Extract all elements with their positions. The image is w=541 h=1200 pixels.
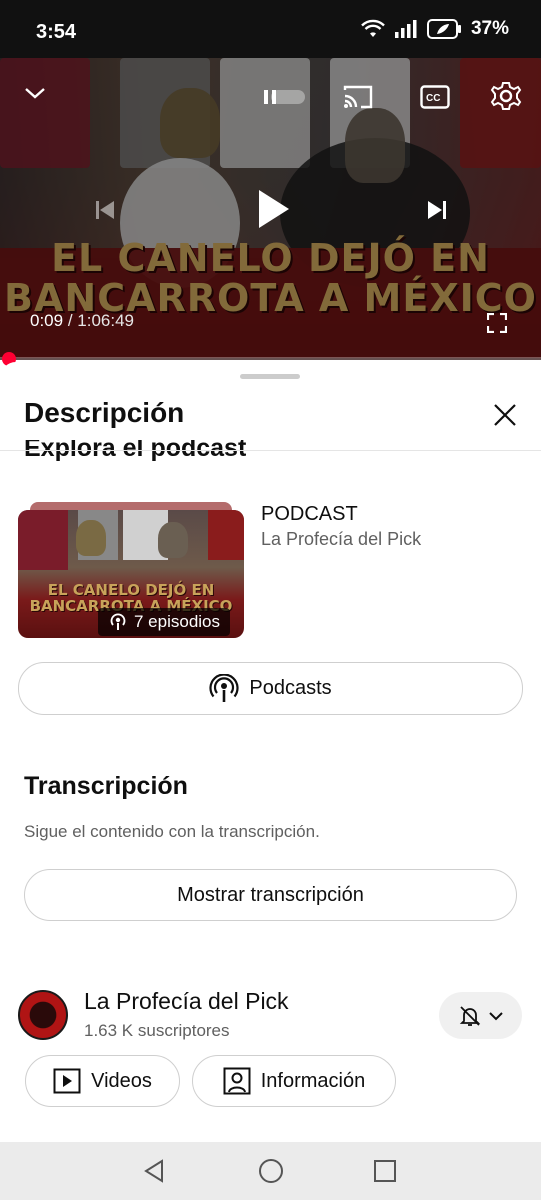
description-sheet: Descripción Explora el podcast EL CANELO…: [0, 362, 541, 1142]
back-triangle-icon: [144, 1159, 163, 1183]
wifi-icon: [361, 19, 385, 37]
thumb-helmet: [158, 522, 188, 558]
thumb-jersey: [18, 510, 68, 570]
video-player[interactable]: EL CANELO DEJÓ EN BANCARROTA A MÉXICO CC: [0, 58, 541, 360]
autoplay-toggle[interactable]: [255, 80, 309, 114]
transcript-title: Transcripción: [24, 772, 188, 800]
transcript-subtitle: Sigue el contenido con la transcripción.: [24, 822, 320, 841]
video-duration: 1:06:49: [77, 311, 135, 330]
person-icon: [223, 1067, 251, 1095]
sheet-title: Descripción: [24, 397, 185, 428]
episodes-count: 7 episodios: [134, 612, 221, 631]
channel-avatar[interactable]: [18, 990, 68, 1040]
header-divider: [0, 450, 541, 451]
podcasts-button[interactable]: Podcasts: [18, 662, 523, 715]
explore-podcast-heading: Explora el podcast: [24, 440, 247, 462]
recents-square-icon: [374, 1160, 396, 1182]
channel-name[interactable]: La Profecía del Pick: [84, 988, 289, 1015]
videos-button-label: Videos: [91, 1069, 152, 1092]
subscriber-count: 1.63 K suscriptores: [84, 1021, 230, 1040]
show-transcript-button[interactable]: Mostrar transcripción: [24, 869, 517, 921]
home-button[interactable]: [256, 1156, 286, 1186]
status-bar: 3:54 37%: [0, 0, 541, 58]
settings-icon[interactable]: [488, 78, 524, 114]
battery-icon: [426, 19, 461, 39]
recents-button[interactable]: [370, 1156, 400, 1186]
home-circle-icon: [259, 1159, 283, 1183]
info-button[interactable]: Información: [192, 1055, 396, 1107]
status-icons: 37%: [361, 18, 509, 40]
info-button-label: Información: [260, 1069, 366, 1092]
episodes-badge: 7 episodios: [98, 608, 231, 636]
signal-icon: [394, 20, 417, 38]
close-button[interactable]: [490, 400, 520, 430]
playback-time: 0:09 / 1:06:49: [30, 311, 135, 330]
play-icon[interactable]: [248, 182, 298, 236]
show-transcript-label: Mostrar transcripción: [177, 883, 364, 906]
captions-icon[interactable]: CC: [418, 80, 452, 114]
podcast-icon: [110, 613, 126, 630]
podcast-icon: [209, 673, 239, 702]
current-time: 0:09: [30, 311, 64, 330]
notifications-button[interactable]: [439, 992, 522, 1039]
back-button[interactable]: [140, 1156, 170, 1186]
previous-icon[interactable]: [88, 193, 122, 227]
bell-off-icon: [459, 1005, 480, 1026]
podcast-type-label: PODCAST: [261, 503, 358, 525]
drag-handle[interactable]: [240, 374, 300, 379]
podcast-thumbnail[interactable]: EL CANELO DEJÓ EN BANCARROTA A MÉXICO 7 …: [18, 510, 244, 638]
chevron-down-icon: [488, 1011, 503, 1020]
svg-text:CC: CC: [426, 93, 440, 104]
play-icon: [53, 1068, 81, 1094]
battery-percent: 37%: [470, 18, 509, 39]
cast-icon[interactable]: [340, 80, 376, 114]
thumb-jersey: [208, 510, 244, 560]
podcasts-button-label: Podcasts: [249, 677, 332, 699]
close-icon: [494, 404, 516, 426]
next-icon[interactable]: [420, 193, 454, 227]
progress-bar[interactable]: [0, 357, 541, 361]
podcast-channel-link[interactable]: La Profecía del Pick: [261, 529, 421, 550]
fullscreen-icon[interactable]: [482, 308, 512, 338]
system-nav-bar: [0, 1142, 541, 1200]
status-time: 3:54: [36, 21, 77, 43]
collapse-icon[interactable]: [20, 78, 50, 108]
thumb-helmet: [76, 520, 106, 556]
videos-button[interactable]: Videos: [25, 1055, 180, 1107]
